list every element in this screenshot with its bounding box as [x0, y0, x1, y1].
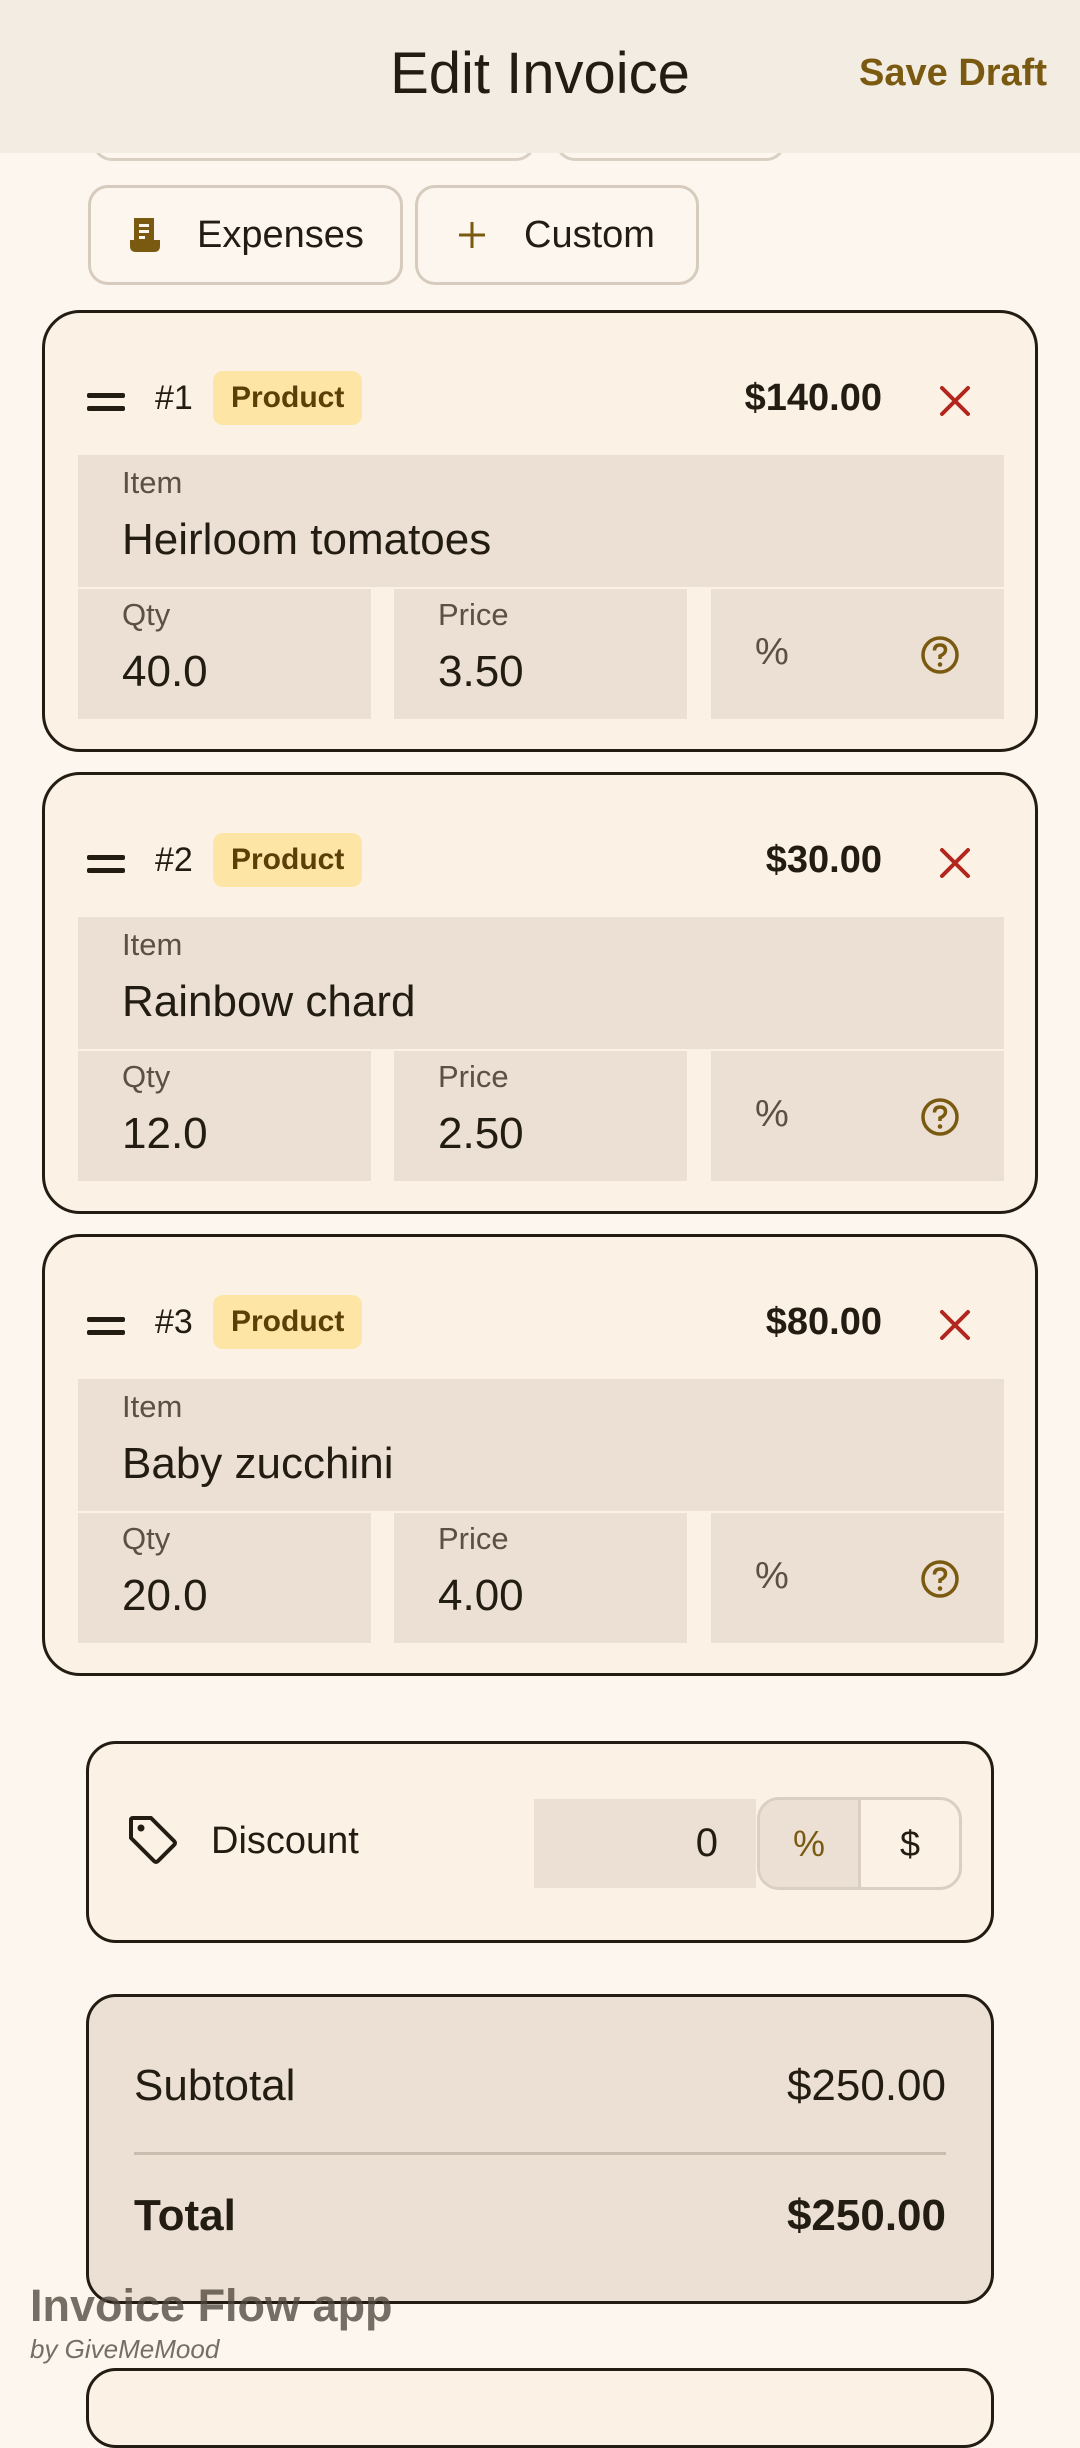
discount-label: Discount — [211, 1820, 359, 1862]
price-label: Price — [438, 1521, 509, 1556]
price-field[interactable]: Price 4.00 — [394, 1513, 687, 1643]
item-label: Item — [122, 465, 183, 500]
close-icon[interactable] — [937, 383, 973, 419]
chip-label: Custom — [524, 213, 655, 256]
percent-suffix: % — [755, 1093, 789, 1135]
item-field[interactable]: Item Baby zucchini — [78, 1379, 1004, 1511]
line-number: #3 — [155, 1303, 193, 1341]
type-badge: Product — [213, 1295, 363, 1349]
percent-suffix: % — [755, 1555, 789, 1597]
line-amount: $140.00 — [744, 377, 882, 419]
tax-percent-field[interactable]: % — [711, 589, 1004, 719]
subtotal-row: Subtotal $250.00 — [134, 2061, 946, 2111]
item-field[interactable]: Item Heirloom tomatoes — [78, 455, 1004, 587]
custom-chip[interactable]: Custom — [415, 185, 699, 285]
price-value: 4.00 — [438, 1571, 524, 1620]
line-number: #2 — [155, 841, 193, 879]
line-amount: $30.00 — [765, 839, 882, 881]
line-number: #1 — [155, 379, 193, 417]
line-item-card: #2 Product $30.00 Item Rainbow chard Qty… — [42, 772, 1038, 1214]
watermark: Invoice Flow app by GiveMeMood — [30, 2280, 393, 2365]
drag-handle-icon[interactable] — [87, 1317, 125, 1343]
price-field[interactable]: Price 2.50 — [394, 1051, 687, 1181]
expenses-chip[interactable]: Expenses — [88, 185, 403, 285]
discount-card: Discount 0 % $ — [86, 1741, 994, 1943]
line-amount: $80.00 — [765, 1301, 882, 1343]
percent-option[interactable]: % — [760, 1800, 861, 1887]
line-item-card: #3 Product $80.00 Item Baby zucchini Qty… — [42, 1234, 1038, 1676]
tag-icon — [129, 1816, 177, 1864]
discount-type-toggle: % $ — [757, 1797, 962, 1890]
qty-field[interactable]: Qty 40.0 — [78, 589, 371, 719]
qty-label: Qty — [122, 597, 171, 632]
discount-input[interactable]: 0 — [534, 1799, 756, 1888]
qty-value: 40.0 — [122, 647, 208, 696]
qty-field[interactable]: Qty 20.0 — [78, 1513, 371, 1643]
subtotal-value: $250.00 — [786, 2061, 946, 2110]
item-value: Heirloom tomatoes — [122, 515, 492, 564]
save-draft-button[interactable]: Save Draft — [859, 52, 1047, 95]
divider — [134, 2152, 946, 2155]
item-label: Item — [122, 927, 183, 962]
chip-label: Expenses — [197, 213, 364, 256]
dollar-option[interactable]: $ — [861, 1800, 959, 1887]
qty-label: Qty — [122, 1521, 171, 1556]
help-icon[interactable] — [920, 1559, 960, 1599]
price-field[interactable]: Price 3.50 — [394, 589, 687, 719]
price-value: 3.50 — [438, 647, 524, 696]
price-label: Price — [438, 1059, 509, 1094]
qty-value: 20.0 — [122, 1571, 208, 1620]
qty-value: 12.0 — [122, 1109, 208, 1158]
item-label: Item — [122, 1389, 183, 1424]
watermark-app-name: Invoice Flow app — [30, 2280, 393, 2331]
plus-icon — [452, 215, 492, 255]
watermark-byline: by GiveMeMood — [30, 2334, 220, 2364]
close-icon[interactable] — [937, 1307, 973, 1343]
percent-suffix: % — [755, 631, 789, 673]
type-badge: Product — [213, 371, 363, 425]
item-value: Rainbow chard — [122, 977, 416, 1026]
close-icon[interactable] — [937, 845, 973, 881]
next-card — [86, 2368, 994, 2448]
tax-percent-field[interactable]: % — [711, 1051, 1004, 1181]
receipt-icon — [125, 215, 165, 255]
drag-handle-icon[interactable] — [87, 855, 125, 881]
qty-field[interactable]: Qty 12.0 — [78, 1051, 371, 1181]
type-badge: Product — [213, 833, 363, 887]
price-value: 2.50 — [438, 1109, 524, 1158]
tax-percent-field[interactable]: % — [711, 1513, 1004, 1643]
total-label: Total — [134, 2191, 236, 2240]
totals-card: Subtotal $250.00 Total $250.00 — [86, 1994, 994, 2304]
total-row: Total $250.00 — [134, 2191, 946, 2241]
item-value: Baby zucchini — [122, 1439, 394, 1488]
price-label: Price — [438, 597, 509, 632]
line-item-card: #1 Product $140.00 Item Heirloom tomatoe… — [42, 310, 1038, 752]
app-bar: Edit Invoice Save Draft — [0, 0, 1080, 153]
qty-label: Qty — [122, 1059, 171, 1094]
help-icon[interactable] — [920, 635, 960, 675]
help-icon[interactable] — [920, 1097, 960, 1137]
subtotal-label: Subtotal — [134, 2061, 296, 2110]
drag-handle-icon[interactable] — [87, 393, 125, 419]
item-field[interactable]: Item Rainbow chard — [78, 917, 1004, 1049]
total-value: $250.00 — [786, 2191, 946, 2240]
